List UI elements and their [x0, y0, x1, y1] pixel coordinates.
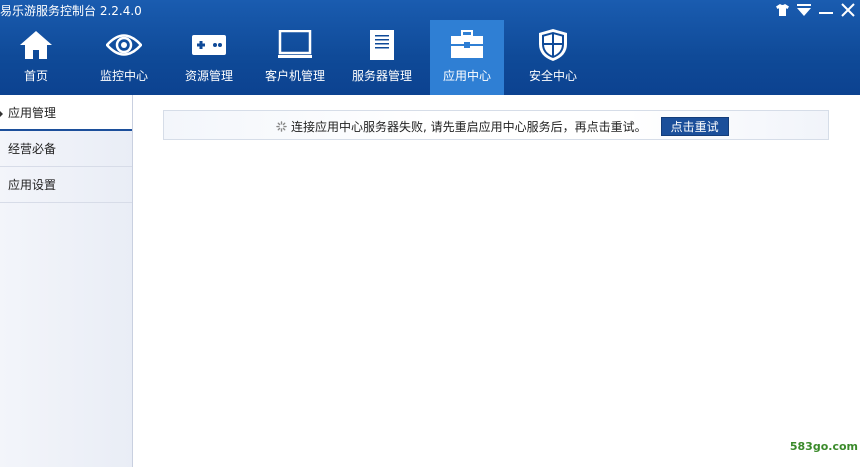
shirt-icon[interactable] — [774, 2, 790, 18]
gamepad-icon — [191, 29, 227, 61]
main-content: 连接应用中心服务器失败, 请先重启应用中心服务后，再点击重试。 点击重试 — [134, 95, 860, 467]
nav-clients-label: 客户机管理 — [264, 69, 325, 83]
nav-servers[interactable]: 服务器管理 — [346, 20, 418, 95]
nav-security[interactable]: 安全中心 — [517, 20, 589, 95]
app-header: 易乐游服务控制台 2.2.4.0 首页 监控中心 资源管理 客户机管理 服务器管… — [0, 0, 860, 95]
watermark: 583go.com — [789, 440, 858, 453]
nav-resources[interactable]: 资源管理 — [173, 20, 245, 95]
shield-icon — [535, 29, 571, 61]
toolbox-icon — [449, 29, 485, 61]
monitor-icon — [277, 29, 313, 61]
minimize-icon[interactable] — [818, 2, 834, 18]
sidebar-item-app-settings[interactable]: 应用设置 — [0, 167, 132, 203]
caret-right-icon — [0, 111, 3, 117]
sidebar-item-label: 应用设置 — [8, 178, 57, 192]
title-bar[interactable]: 易乐游服务控制台 2.2.4.0 — [0, 0, 860, 20]
nav-security-label: 安全中心 — [528, 69, 577, 83]
close-icon[interactable] — [840, 2, 856, 18]
menu-down-icon[interactable] — [796, 2, 812, 18]
sidebar: 应用管理 经营必备 应用设置 — [0, 95, 133, 467]
loading-spinner-icon — [275, 121, 287, 133]
main-nav: 首页 监控中心 资源管理 客户机管理 服务器管理 应用中心 安全中心 — [0, 20, 860, 95]
retry-button[interactable]: 点击重试 — [660, 117, 729, 136]
eye-icon — [106, 29, 142, 61]
window-controls — [774, 2, 856, 18]
nav-clients[interactable]: 客户机管理 — [259, 20, 331, 95]
nav-home[interactable]: 首页 — [0, 20, 72, 95]
nav-home-label: 首页 — [23, 69, 48, 83]
nav-monitor-label: 监控中心 — [99, 69, 148, 83]
sidebar-item-label: 经营必备 — [8, 142, 57, 156]
sidebar-item-app-management[interactable]: 应用管理 — [0, 95, 132, 131]
sidebar-item-business-essentials[interactable]: 经营必备 — [0, 131, 132, 167]
nav-resources-label: 资源管理 — [184, 69, 233, 83]
nav-servers-label: 服务器管理 — [351, 69, 412, 83]
server-icon — [364, 29, 400, 61]
app-title: 易乐游服务控制台 2.2.4.0 — [0, 4, 142, 18]
notice-message: 连接应用中心服务器失败, 请先重启应用中心服务后，再点击重试。 — [291, 120, 647, 134]
nav-app-center[interactable]: 应用中心 — [430, 20, 504, 95]
nav-app-center-label: 应用中心 — [442, 69, 491, 83]
notice-body: 连接应用中心服务器失败, 请先重启应用中心服务后，再点击重试。 点击重试 — [275, 117, 729, 136]
home-icon — [18, 29, 54, 61]
nav-monitor[interactable]: 监控中心 — [88, 20, 160, 95]
connection-error-notice: 连接应用中心服务器失败, 请先重启应用中心服务后，再点击重试。 点击重试 — [163, 110, 829, 140]
sidebar-item-label: 应用管理 — [8, 105, 57, 120]
